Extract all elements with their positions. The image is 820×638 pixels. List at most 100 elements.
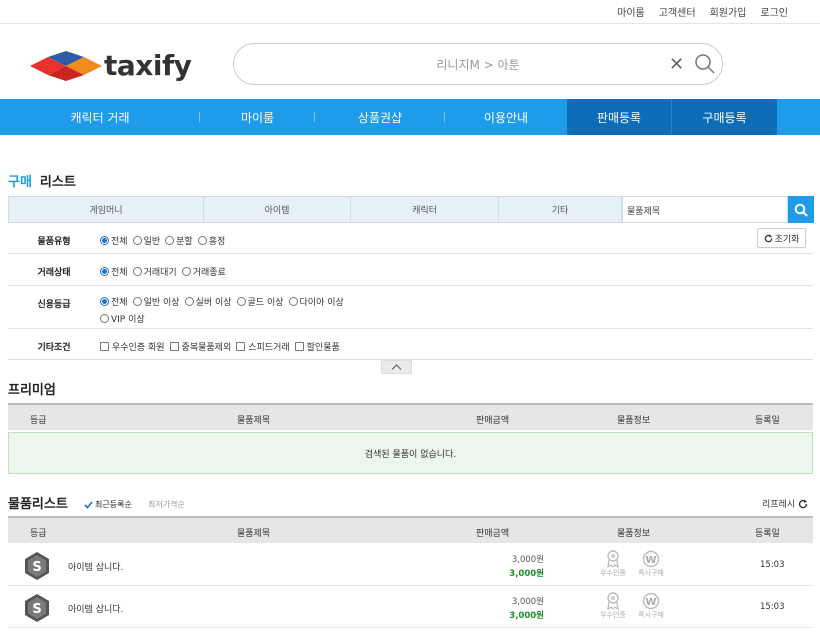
option-label: 일반: [143, 237, 161, 247]
radio-icon: [165, 236, 175, 245]
radio-icon: [132, 236, 142, 245]
filter-label: 기타조건: [37, 343, 71, 353]
row-price: 3,000원: [509, 611, 544, 621]
radio-icon: [236, 297, 246, 306]
row-title[interactable]: 아이템 삽니다.: [68, 602, 123, 615]
sort-recent[interactable]: 최근등록순: [84, 499, 132, 510]
instant-buy-label: 즉시구매: [638, 569, 664, 577]
grade-s-badge-icon: S: [25, 552, 49, 580]
table-row[interactable]: S 아이템 삽니다. 3,000원 3,000원 우수인증 W 즉시구매 15:…: [8, 586, 813, 628]
radio-credit-diamond[interactable]: 다이아 이상: [288, 295, 344, 308]
col-info: 물품정보: [617, 416, 651, 426]
logo[interactable]: taxify: [30, 49, 192, 82]
search-icon[interactable]: [694, 53, 716, 75]
category-item[interactable]: 아이템: [204, 197, 351, 222]
radio-type-normal[interactable]: 일반: [132, 234, 161, 247]
tab-list[interactable]: 리스트: [40, 175, 76, 190]
radio-type-all[interactable]: 전체: [100, 234, 128, 247]
reset-button[interactable]: 초기화: [757, 228, 806, 248]
link-signup[interactable]: 회원가입: [710, 4, 747, 19]
table-row[interactable]: S 아이템 삽니다. 3,000원 3,000원 우수인증 W 즉시구매 15:…: [8, 544, 813, 586]
link-login[interactable]: 로그인: [760, 4, 788, 19]
radio-credit-silver[interactable]: 실버 이상: [184, 295, 232, 308]
radio-credit-gold[interactable]: 골드 이상: [236, 295, 284, 308]
row-date: 15:03: [760, 560, 785, 570]
checkbox-verified-member[interactable]: 우수인증 회원: [100, 340, 165, 353]
reset-label: 초기화: [774, 234, 800, 245]
radio-checked-icon: [100, 236, 109, 245]
nav-myroom[interactable]: 마이룸: [200, 99, 315, 135]
category-character[interactable]: 캐릭터: [351, 197, 499, 222]
sort-recent-label: 최근등록순: [95, 500, 132, 509]
category-search-button[interactable]: [788, 196, 814, 223]
checkbox-icon: [294, 342, 304, 351]
col-info: 물품정보: [617, 529, 651, 539]
search-box[interactable]: 리니지M > 아툰 ✕: [233, 43, 723, 85]
radio-status-all[interactable]: 전체: [100, 265, 128, 278]
link-myroom[interactable]: 마이룸: [617, 4, 645, 19]
option-label: 다이아 이상: [299, 298, 344, 308]
option-label: 일반 이상: [143, 298, 180, 308]
option-label: 거래대기: [143, 268, 177, 278]
nav-giftcard-shop[interactable]: 상품권샵: [315, 99, 445, 135]
instant-buy-badge: W 즉시구매: [636, 550, 666, 578]
refresh-button[interactable]: 리프레시: [762, 497, 808, 510]
radio-credit-all[interactable]: 전체: [100, 295, 128, 308]
radio-icon: [181, 267, 191, 276]
clear-icon[interactable]: ✕: [669, 54, 684, 75]
collapse-button[interactable]: [381, 360, 412, 374]
list-title: 물품리스트: [8, 497, 68, 512]
sort-lowest-price[interactable]: 최저가격순: [148, 499, 185, 510]
row-price: 3,000원: [509, 569, 544, 579]
option-label: 분할: [176, 237, 193, 247]
radio-type-split[interactable]: 분할: [165, 234, 193, 247]
checkbox-discount[interactable]: 할인물품: [294, 340, 340, 353]
option-label: 할인물품: [306, 343, 340, 353]
verified-badge: 우수인증: [598, 592, 628, 620]
row-price-original: 3,000원: [511, 597, 544, 607]
filter-panel: 물품유형 전체 일반 분할 흥정 초기화 거래상태 전체 거래대기 거래종료 신…: [8, 223, 813, 360]
col-price: 판매금액: [476, 416, 510, 426]
header: taxify 리니지M > 아툰 ✕: [0, 24, 820, 99]
radio-status-waiting[interactable]: 거래대기: [132, 265, 177, 278]
radio-icon: [288, 297, 298, 306]
checkbox-exclude-duplicate[interactable]: 중복물품제외: [169, 340, 231, 353]
w-circle-icon: W: [642, 550, 660, 568]
category-game-money[interactable]: 게임머니: [9, 197, 204, 222]
col-title: 물품제목: [237, 416, 271, 426]
top-utility-bar: 마이룸 고객센터 회원가입 로그인: [0, 0, 820, 24]
w-circle-icon: W: [642, 592, 660, 610]
radio-type-negotiate[interactable]: 흥정: [197, 234, 225, 247]
col-title: 물품제목: [237, 529, 271, 539]
row-price-original: 3,000원: [511, 555, 544, 565]
search-input[interactable]: 리니지M > 아툰: [234, 56, 722, 73]
nav-buy-register[interactable]: 구매등록: [672, 99, 777, 135]
instant-buy-badge: W 즉시구매: [636, 592, 666, 620]
tab-buy[interactable]: 구매: [8, 175, 32, 190]
nav-sell-register[interactable]: 판매등록: [567, 99, 672, 135]
nav-character-trade[interactable]: 캐릭터 거래: [0, 99, 200, 135]
row-date: 15:03: [760, 602, 785, 612]
filter-row-status: 거래상태 전체 거래대기 거래종료: [8, 254, 813, 286]
row-title[interactable]: 아이템 삽니다.: [68, 560, 123, 573]
category-search-input[interactable]: 물품제목: [622, 196, 788, 223]
link-customer-center[interactable]: 고객센터: [659, 4, 696, 19]
radio-icon: [197, 236, 207, 245]
refresh-icon: [764, 233, 772, 242]
radio-credit-normal[interactable]: 일반 이상: [132, 295, 180, 308]
option-label: 전체: [111, 237, 128, 247]
checkbox-speed-trade[interactable]: 스피드거래: [236, 340, 290, 353]
nav-guide[interactable]: 이용안내: [445, 99, 567, 135]
radio-icon: [132, 297, 142, 306]
verified-label: 우수인증: [600, 569, 626, 577]
filter-label: 신용등급: [37, 300, 71, 310]
radio-credit-vip[interactable]: VIP 이상: [100, 312, 145, 325]
radio-status-closed[interactable]: 거래종료: [181, 265, 226, 278]
premium-title: 프리미엄: [8, 383, 56, 398]
category-etc[interactable]: 기타: [499, 197, 622, 222]
category-bar: 게임머니 아이템 캐릭터 기타 물품제목: [8, 196, 814, 223]
radio-icon: [132, 267, 142, 276]
col-grade: 등급: [30, 416, 47, 426]
checkbox-icon: [169, 342, 179, 351]
filter-row-type: 물품유형 전체 일반 분할 흥정 초기화: [8, 223, 813, 254]
